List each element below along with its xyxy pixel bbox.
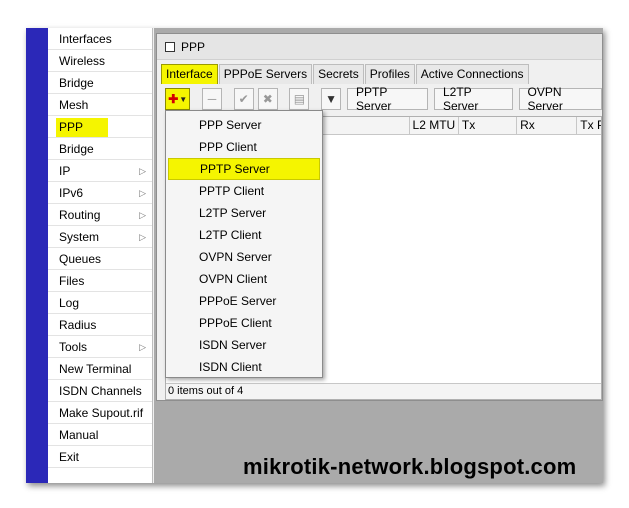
sidebar-item-exit[interactable]: Exit xyxy=(48,446,152,468)
menu-item-ovpn-server[interactable]: OVPN Server xyxy=(166,246,322,268)
sidebar-item-files[interactable]: Files xyxy=(48,270,152,292)
ovpn-server-button[interactable]: OVPN Server xyxy=(518,85,603,113)
menu-item-ovpn-client[interactable]: OVPN Client xyxy=(166,268,322,290)
menu-item-l2tp-server[interactable]: L2TP Server xyxy=(166,202,322,224)
filter-icon: ▼ xyxy=(325,92,337,106)
check-icon: ✔ xyxy=(238,92,249,106)
tab-active-connections[interactable]: Active Connections xyxy=(415,64,529,84)
menu-item-l2tp-client[interactable]: L2TP Client xyxy=(166,224,322,246)
menu-item-ppp-client[interactable]: PPP Client xyxy=(166,136,322,158)
comment-button[interactable]: ▤ xyxy=(289,88,310,110)
sidebar-item-mesh[interactable]: Mesh xyxy=(48,94,152,116)
submenu-arrow-icon: ▷ xyxy=(139,232,146,242)
watermark-text: mikrotik-network.blogspot.com xyxy=(243,454,577,479)
tab-pppoe-servers[interactable]: PPPoE Servers xyxy=(218,64,313,84)
sidebar-item-bridge[interactable]: Bridge xyxy=(48,72,152,94)
cross-icon: ✖ xyxy=(262,92,273,106)
menu-item-pptp-server[interactable]: PPTP Server xyxy=(168,158,320,180)
submenu-arrow-icon: ▷ xyxy=(139,210,146,220)
submenu-arrow-icon: ▷ xyxy=(139,342,146,352)
tab-secrets[interactable]: Secrets xyxy=(313,64,364,84)
disable-button[interactable]: ✖ xyxy=(257,88,278,110)
tab-interface[interactable]: Interface xyxy=(161,64,218,84)
add-dropdown-menu: PPP Server PPP Client PPTP Server PPTP C… xyxy=(165,110,323,378)
enable-button[interactable]: ✔ xyxy=(233,88,254,110)
menu-item-pppoe-client[interactable]: PPPoE Client xyxy=(166,312,322,334)
column-header-rx[interactable]: Rx xyxy=(517,117,578,135)
remove-button[interactable]: ─ xyxy=(202,88,223,110)
sidebar-item-isdn-channels[interactable]: ISDN Channels xyxy=(48,380,152,402)
menu-item-pppoe-server[interactable]: PPPoE Server xyxy=(166,290,322,312)
sidebar-item-ip[interactable]: IP ▷ xyxy=(48,160,152,182)
sidebar-item-manual[interactable]: Manual xyxy=(48,424,152,446)
window-title: PPP xyxy=(181,39,206,54)
winbox-frame: Interfaces Wireless Bridge Mesh PPP Brid… xyxy=(26,28,603,483)
sidebar: Interfaces Wireless Bridge Mesh PPP Brid… xyxy=(48,28,153,483)
sidebar-item-routing[interactable]: Routing ▷ xyxy=(48,204,152,226)
status-bar: 0 items out of 4 xyxy=(166,383,601,399)
sidebar-item-radius[interactable]: Radius xyxy=(48,314,152,336)
column-header-tx-packets[interactable]: Tx P xyxy=(577,117,601,135)
sidebar-item-tools[interactable]: Tools ▷ xyxy=(48,336,152,358)
sidebar-item-queues[interactable]: Queues xyxy=(48,248,152,270)
sidebar-item-system[interactable]: System ▷ xyxy=(48,226,152,248)
filter-button[interactable]: ▼ xyxy=(321,88,342,110)
menu-item-isdn-client[interactable]: ISDN Client xyxy=(166,356,322,378)
window-titlebar[interactable]: PPP xyxy=(157,34,602,60)
add-button[interactable]: ✚ ▼ xyxy=(165,88,191,110)
sidebar-item-bridge-2[interactable]: Bridge xyxy=(48,138,152,160)
sidebar-item-log[interactable]: Log xyxy=(48,292,152,314)
column-header-l2-mtu[interactable]: L2 MTU xyxy=(410,117,459,135)
window-icon xyxy=(165,41,175,52)
sidebar-item-make-supout[interactable]: Make Supout.rif xyxy=(48,402,152,424)
pptp-server-button[interactable]: PPTP Server xyxy=(347,85,428,113)
l2tp-server-button[interactable]: L2TP Server xyxy=(433,85,513,113)
minus-icon: ─ xyxy=(207,92,217,106)
menu-item-isdn-server[interactable]: ISDN Server xyxy=(166,334,322,356)
tab-bar: Interface PPPoE Servers Secrets Profiles… xyxy=(157,60,602,84)
menu-item-ppp-server[interactable]: PPP Server xyxy=(166,114,322,136)
dropdown-arrow-icon: ▼ xyxy=(179,94,188,104)
tab-profiles[interactable]: Profiles xyxy=(364,64,415,84)
column-header-tx[interactable]: Tx xyxy=(459,117,518,135)
sidebar-item-wireless[interactable]: Wireless xyxy=(48,50,152,72)
sidebar-brand-strip xyxy=(26,28,48,483)
submenu-arrow-icon: ▷ xyxy=(139,166,146,176)
plus-icon: ✚ xyxy=(168,92,179,106)
submenu-arrow-icon: ▷ xyxy=(139,188,146,198)
sidebar-item-ipv6[interactable]: IPv6 ▷ xyxy=(48,182,152,204)
note-icon: ▤ xyxy=(293,92,306,106)
menu-item-pptp-client[interactable]: PPTP Client xyxy=(166,180,322,202)
sidebar-item-interfaces[interactable]: Interfaces xyxy=(48,28,152,50)
sidebar-item-ppp[interactable]: PPP xyxy=(48,116,152,138)
sidebar-item-new-terminal[interactable]: New Terminal xyxy=(48,358,152,380)
